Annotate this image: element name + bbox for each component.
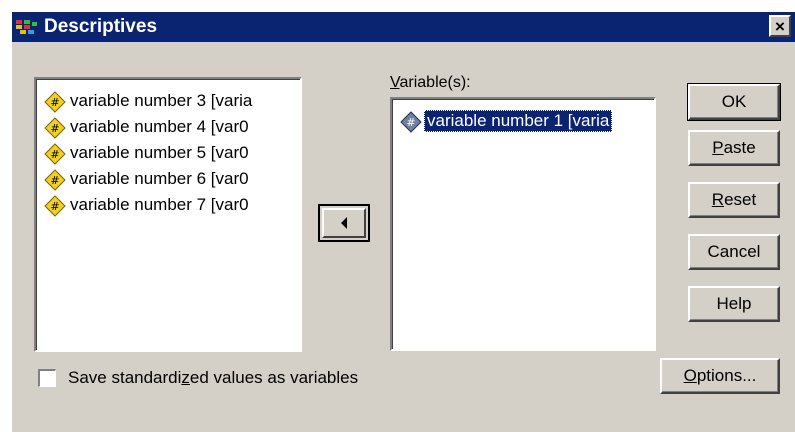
svg-text:#: # bbox=[50, 174, 59, 187]
numeric-variable-icon: # bbox=[44, 195, 66, 217]
variable-label: variable number 6 [var0 bbox=[70, 169, 249, 188]
numeric-variable-icon: # bbox=[400, 111, 422, 133]
target-variable-list[interactable]: # variable number 1 [varia bbox=[390, 97, 656, 351]
svg-text:#: # bbox=[406, 116, 415, 129]
svg-text:#: # bbox=[50, 148, 59, 161]
svg-text:#: # bbox=[50, 122, 59, 135]
cancel-button[interactable]: Cancel bbox=[688, 234, 780, 270]
variables-label-text: ariable(s): bbox=[399, 74, 471, 91]
options-button[interactable]: Options... bbox=[660, 358, 780, 394]
paste-button[interactable]: Paste bbox=[688, 130, 780, 166]
help-button[interactable]: Help bbox=[688, 286, 780, 322]
svg-text:#: # bbox=[50, 200, 59, 213]
variable-label: variable number 7 [var0 bbox=[70, 195, 249, 214]
save-standardized-mnemonic: z bbox=[181, 368, 190, 387]
save-standardized-text-1: Save standardi bbox=[68, 368, 182, 387]
reset-label: eset bbox=[724, 190, 757, 209]
descriptives-dialog: Descriptives × # variable number 3 [vari… bbox=[10, 10, 795, 432]
svg-text:#: # bbox=[50, 96, 59, 109]
close-icon: × bbox=[775, 16, 785, 36]
variables-label: Variable(s): bbox=[390, 74, 471, 92]
options-label: ptions... bbox=[696, 366, 757, 385]
move-variable-button[interactable] bbox=[318, 204, 370, 242]
variable-label: variable number 3 [varia bbox=[70, 91, 253, 110]
close-button[interactable]: × bbox=[769, 15, 791, 37]
ok-button[interactable]: OK bbox=[687, 83, 781, 121]
save-standardized-text-2: ed values as variables bbox=[189, 368, 359, 387]
paste-mnemonic: P bbox=[712, 138, 724, 157]
variable-label: variable number 4 [var0 bbox=[70, 117, 249, 136]
left-arrow-icon bbox=[341, 217, 347, 229]
move-variable-button-face[interactable] bbox=[322, 208, 366, 238]
save-standardized-checkbox[interactable] bbox=[38, 369, 56, 387]
variable-label: variable number 5 [var0 bbox=[70, 143, 249, 162]
spss-app-icon bbox=[16, 20, 37, 34]
numeric-variable-icon: # bbox=[44, 117, 66, 139]
variable-label-selected: variable number 1 [varia bbox=[424, 110, 613, 132]
reset-button[interactable]: Reset bbox=[688, 182, 780, 218]
paste-label: aste bbox=[723, 138, 756, 157]
window-title: Descriptives bbox=[44, 16, 158, 37]
numeric-variable-icon: # bbox=[44, 143, 66, 165]
reset-mnemonic: R bbox=[711, 190, 725, 209]
options-mnemonic: O bbox=[683, 366, 697, 385]
numeric-variable-icon: # bbox=[44, 91, 66, 113]
source-variable-list[interactable]: # variable number 3 [varia # variable nu… bbox=[34, 77, 302, 352]
numeric-variable-icon: # bbox=[44, 169, 66, 191]
save-standardized-label[interactable]: Save standardized values as variables bbox=[68, 369, 358, 387]
title-bar[interactable]: Descriptives × bbox=[12, 12, 795, 42]
